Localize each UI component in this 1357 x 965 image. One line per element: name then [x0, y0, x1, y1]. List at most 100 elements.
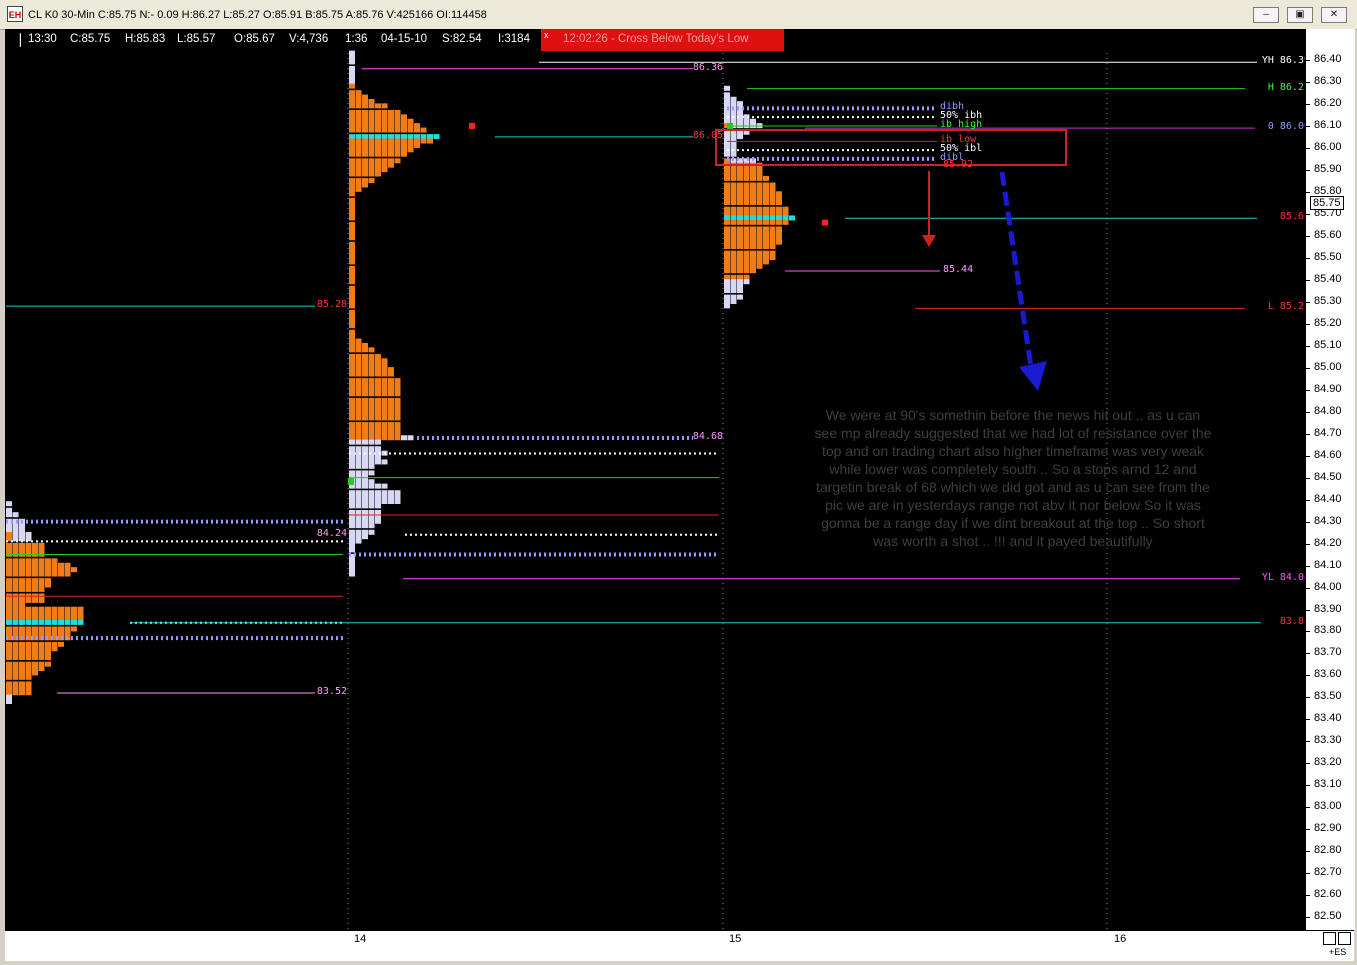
tpo-cell — [368, 138, 375, 144]
tpo-cell — [355, 162, 362, 168]
tpo-cell — [743, 230, 750, 236]
tpo-cell-recent — [724, 96, 730, 102]
tpo-cell-recent — [349, 455, 355, 461]
tpo-cell-recent — [730, 283, 737, 289]
tpo-cell — [375, 435, 381, 441]
tpo-cell — [25, 661, 32, 667]
y-tick-label: 85.60 — [1314, 228, 1342, 241]
scale-box-icon[interactable] — [1338, 932, 1351, 945]
tpo-cell — [782, 215, 789, 221]
tpo-cell — [388, 391, 394, 397]
tpo-cell — [407, 118, 414, 124]
chart-area[interactable]: ▕ 13:30 C:85.75 H:85.83 L:85.57 O:85.67 … — [5, 29, 1354, 960]
tpo-cell — [368, 123, 375, 129]
tpo-cell — [763, 211, 769, 217]
tpo-cell — [362, 182, 368, 188]
tpo-cell — [355, 182, 362, 188]
tpo-cell — [381, 358, 388, 364]
price-axis[interactable]: 86.40 86.30 86.20 86.10 86.00 85.90 85.80 85.70… — [1305, 29, 1355, 930]
restore-button[interactable]: ▣ — [1287, 7, 1313, 23]
tpo-cell — [375, 411, 381, 417]
tpo-cell — [750, 191, 756, 197]
tpo-cell — [51, 615, 58, 621]
tpo-cell — [349, 151, 355, 157]
tpo-cell — [776, 191, 782, 197]
tpo-cell — [349, 298, 355, 304]
tpo-cell — [32, 578, 38, 584]
time-axis[interactable]: 14 15 16 +ES — [5, 930, 1354, 961]
tpo-cell — [349, 406, 355, 412]
tpo-cell — [776, 235, 782, 241]
tpo-cell — [45, 646, 51, 652]
tpo-cell — [349, 274, 355, 280]
tpo-cell — [743, 182, 750, 188]
tpo-cell — [355, 386, 362, 392]
y-tick-label: 85.20 — [1314, 316, 1342, 329]
tpo-cell — [362, 406, 368, 412]
tpo-cell — [730, 211, 737, 217]
tpo-cell — [394, 426, 401, 432]
tpo-cell — [763, 195, 769, 201]
alert-banner[interactable]: x 12:02:26 - Cross Below Today's Low — [541, 29, 784, 51]
tpo-cell — [763, 250, 769, 256]
tpo-cell — [51, 611, 58, 617]
scale-box-icon[interactable] — [1323, 932, 1336, 945]
tpo-cell — [750, 268, 756, 274]
tpo-cell — [368, 147, 375, 153]
tpo-cell — [32, 619, 38, 625]
tpo-cell — [737, 274, 743, 280]
minimize-button[interactable]: ‒ — [1253, 7, 1279, 23]
tpo-cell — [414, 138, 420, 144]
y-tick — [1306, 917, 1310, 919]
tpo-cell-recent — [355, 483, 362, 489]
y-tick — [1306, 587, 1310, 589]
y-tick — [1306, 389, 1310, 391]
tpo-cell-recent — [368, 518, 375, 524]
tpo-cell — [38, 586, 45, 592]
tpo-cell — [355, 426, 362, 432]
tpo-cell — [737, 215, 743, 221]
tpo-cell-recent — [355, 490, 362, 496]
tpo-cell — [375, 138, 381, 144]
tpo-cell — [19, 681, 25, 687]
tpo-cell — [45, 661, 51, 667]
close-button[interactable]: ✕ — [1321, 7, 1347, 23]
tpo-cell — [6, 650, 12, 656]
tpo-cell — [756, 226, 763, 232]
tpo-cell — [349, 378, 355, 384]
tpo-cell — [756, 239, 763, 245]
alert-close-icon[interactable]: x — [544, 30, 549, 40]
price-label: 84.24 — [316, 527, 347, 539]
tpo-cell — [12, 655, 19, 661]
tpo-cell-recent — [375, 509, 381, 515]
tpo-cell — [407, 127, 414, 133]
tpo-cell — [349, 329, 355, 335]
y-tick-label: 84.70 — [1314, 426, 1342, 439]
tpo-cell — [724, 219, 730, 225]
tpo-cell-recent — [355, 509, 362, 515]
tpo-cell — [756, 215, 763, 221]
tpo-cell — [737, 211, 743, 217]
tpo-cell — [71, 615, 77, 621]
tpo-cell — [776, 211, 782, 217]
tpo-cell — [349, 226, 355, 232]
tpo-cell — [420, 134, 427, 140]
tpo-cell — [19, 670, 25, 676]
tpo-cell — [349, 266, 355, 272]
y-tick-label: 84.20 — [1314, 536, 1342, 549]
tpo-cell — [375, 402, 381, 408]
tpo-cell — [414, 134, 420, 140]
tpo-cell — [12, 597, 19, 603]
tpo-cell — [394, 386, 401, 392]
tpo-cell — [375, 142, 381, 148]
info-bar: ▕ 13:30 C:85.75 H:85.83 L:85.57 O:85.67 … — [5, 29, 1354, 51]
tpo-cell — [763, 182, 769, 188]
tpo-cell — [375, 386, 381, 392]
tpo-cell-recent — [737, 283, 743, 289]
tpo-cell — [38, 582, 45, 588]
marker-dot — [469, 122, 475, 129]
tpo-cell — [381, 422, 388, 428]
tpo-cell — [32, 626, 38, 632]
tpo-cell — [750, 226, 756, 232]
tpo-cell — [375, 367, 381, 373]
